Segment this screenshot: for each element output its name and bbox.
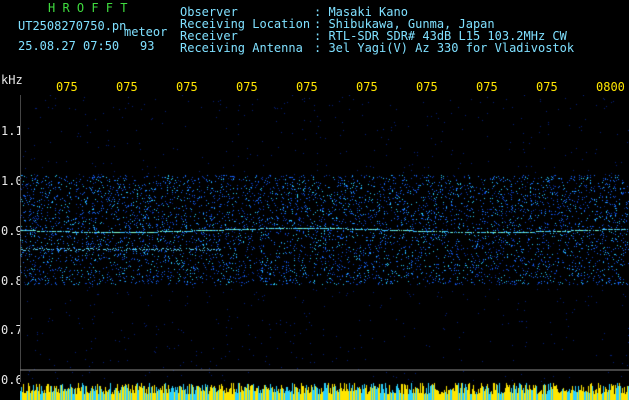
- x-tick-label: 075: [476, 80, 498, 94]
- power-band: [20, 382, 629, 400]
- x-tick-label: 075: [116, 80, 138, 94]
- x-tick-label: 075: [536, 80, 558, 94]
- info-label-antenna: Receiving Antenna: [180, 41, 303, 55]
- x-tick-label: 075: [416, 80, 438, 94]
- datetime-label: 25.08.27 07:50: [18, 39, 120, 53]
- meteor-count: 93: [140, 39, 155, 53]
- x-tick-label: 075: [176, 80, 198, 94]
- x-tick-label: 075: [236, 80, 258, 94]
- y-unit-label: kHz: [1, 73, 23, 87]
- app-title: H R O F F T: [48, 1, 128, 15]
- x-tick-label: 075: [296, 80, 318, 94]
- x-tick-label: 075: [56, 80, 78, 94]
- meteor-label: meteor: [124, 25, 168, 39]
- spectrogram-plot: [20, 95, 629, 385]
- filename-label: UT2508270750.pn: [18, 19, 127, 33]
- info-value-antenna: : 3el Yagi(V) Az 330 for Vladivostok: [314, 41, 575, 55]
- plot-grid: [20, 95, 629, 385]
- x-tick-label: 0800: [596, 80, 625, 94]
- x-tick-label: 075: [356, 80, 378, 94]
